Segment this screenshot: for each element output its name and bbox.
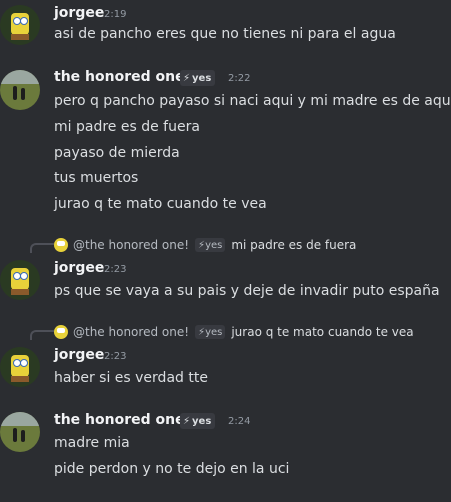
reply-text: jurao q te mato cuando te vea [231, 325, 414, 339]
timestamp: 2:24 [228, 416, 251, 427]
timestamp: 2:23 [104, 351, 127, 362]
message-text: mi padre es de fuera [54, 119, 200, 135]
author-name[interactable]: jorgee [54, 347, 104, 363]
reply-avatar [54, 325, 68, 339]
badge-label: yes [192, 415, 212, 427]
avatar[interactable] [0, 412, 40, 452]
message-text: pero q pancho payaso si naci aqui y mi m… [54, 93, 451, 109]
author-name[interactable]: jorgee [54, 260, 104, 276]
avatar[interactable] [0, 260, 40, 300]
reply-badge-label: yes [205, 239, 223, 251]
reply-author[interactable]: @the honored one! [73, 325, 189, 339]
reply-badge: ⚡ yes [195, 238, 226, 252]
timestamp: 2:19 [104, 9, 127, 20]
avatar[interactable] [0, 70, 40, 110]
author-name[interactable]: the honored one! [54, 412, 191, 428]
message-text: asi de pancho eres que no tienes ni para… [54, 26, 396, 42]
user-tag-badge: ⚡ yes [180, 413, 216, 429]
lightning-icon: ⚡ [198, 239, 206, 251]
timestamp: 2:23 [104, 264, 127, 275]
reply-connector [30, 243, 54, 253]
reply-badge: ⚡ yes [195, 325, 226, 339]
reply-preview[interactable]: @the honored one! ⚡ yes mi padre es de fu… [54, 237, 356, 253]
message-text: payaso de mierda [54, 145, 180, 161]
reply-connector [30, 330, 54, 340]
reply-author[interactable]: @the honored one! [73, 238, 189, 252]
lightning-icon: ⚡ [198, 326, 206, 338]
lightning-icon: ⚡ [183, 415, 191, 427]
reply-preview[interactable]: @the honored one! ⚡ yes jurao q te mato c… [54, 324, 414, 340]
lightning-icon: ⚡ [183, 72, 191, 84]
avatar[interactable] [0, 347, 40, 387]
author-name[interactable]: jorgee [54, 5, 104, 21]
message-text: haber si es verdad tte [54, 370, 208, 386]
message-text: jurao q te mato cuando te vea [54, 196, 267, 212]
avatar[interactable] [0, 5, 40, 45]
reply-avatar [54, 238, 68, 252]
message-text: pide perdon y no te dejo en la uci [54, 461, 290, 477]
timestamp: 2:22 [228, 73, 251, 84]
badge-label: yes [192, 72, 212, 84]
author-name[interactable]: the honored one! [54, 69, 191, 85]
reply-badge-label: yes [205, 326, 223, 338]
message-text: tus muertos [54, 170, 139, 186]
user-tag-badge: ⚡ yes [180, 70, 216, 86]
message-text: madre mia [54, 435, 130, 451]
reply-text: mi padre es de fuera [231, 238, 357, 252]
message-text: ps que se vaya a su pais y deje de invad… [54, 283, 440, 299]
